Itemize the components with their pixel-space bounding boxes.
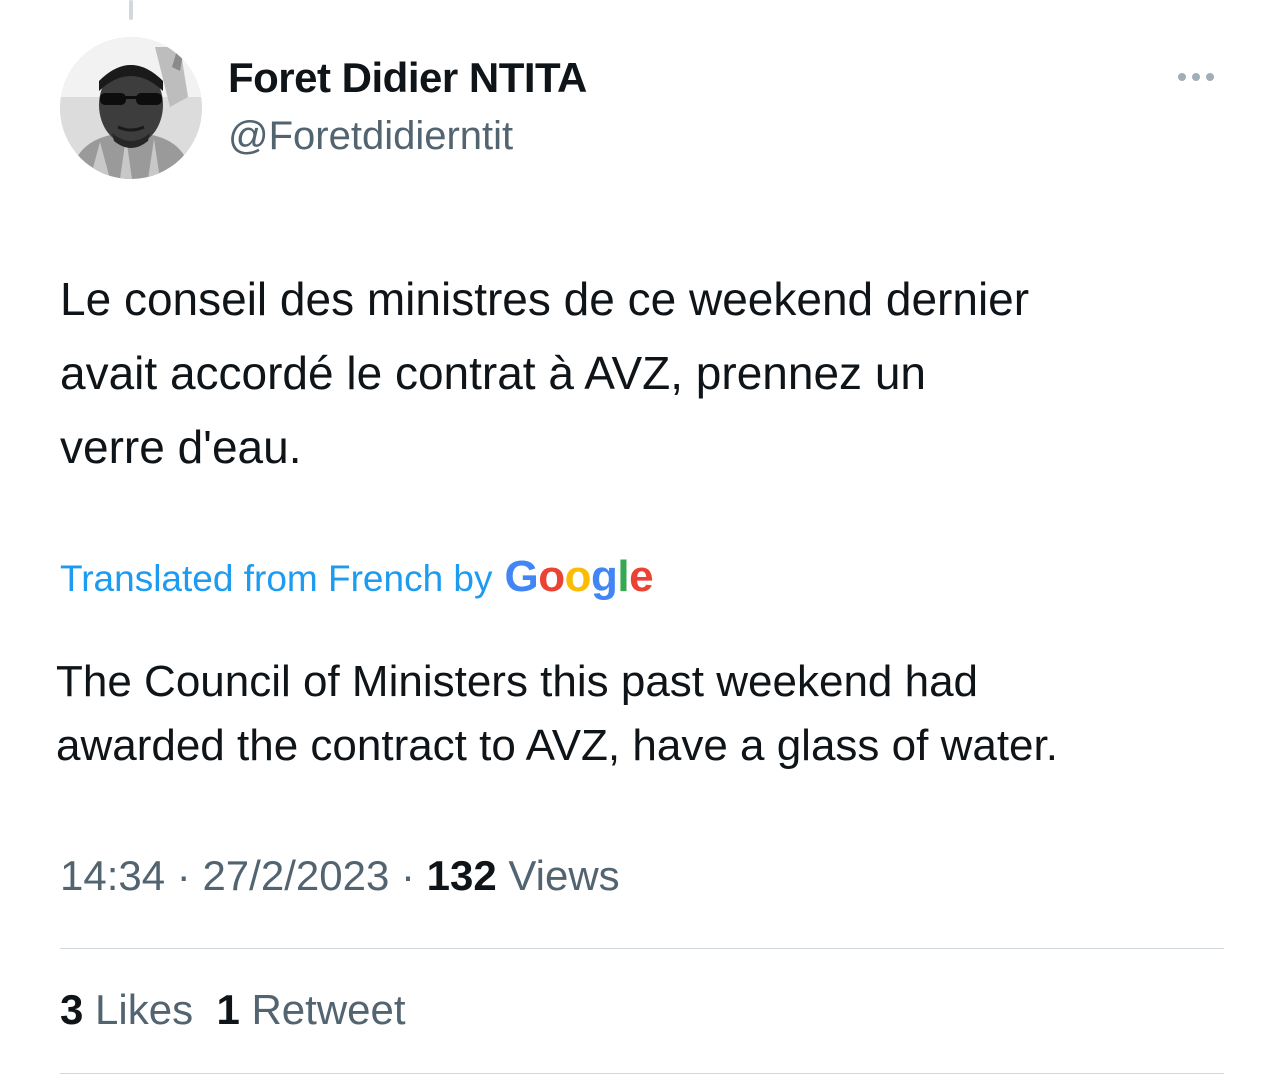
meta-separator: · (176, 852, 191, 899)
divider (60, 948, 1224, 949)
google-logo-letter: G (504, 552, 539, 601)
author-handle[interactable]: @Foretdidierntit (228, 114, 513, 159)
thread-connector-line (129, 0, 133, 20)
tweet-meta: 14:34 · 27/2/2023 · 132 Views (60, 852, 620, 900)
tweet-text-line: avait accordé le contrat à AVZ, prennez … (60, 347, 926, 399)
views-label[interactable]: Views (508, 852, 619, 899)
views-count[interactable]: 132 (427, 852, 497, 899)
retweets-count: 1 (216, 986, 240, 1033)
divider (60, 1073, 1224, 1074)
avatar[interactable] (60, 37, 202, 179)
ellipsis-icon (1178, 73, 1214, 81)
google-logo-letter: g (591, 552, 618, 601)
translated-text-line: The Council of Ministers this past weeke… (56, 657, 979, 706)
retweets-stat[interactable]: 1 Retweet (216, 986, 405, 1033)
retweets-label: Retweet (251, 986, 406, 1033)
translated-tweet-text: The Council of Ministers this past weeke… (56, 650, 1236, 778)
avatar-photo (60, 37, 202, 179)
tweet-text-line: verre d'eau. (60, 421, 302, 473)
author-display-name[interactable]: Foret Didier NTITA (228, 54, 587, 102)
google-logo-letter: o (564, 552, 592, 601)
google-logo: Google (505, 552, 654, 602)
tweet-date[interactable]: 27/2/2023 (202, 852, 389, 899)
google-logo-letter: o (538, 552, 565, 601)
more-options-button[interactable] (1168, 62, 1224, 92)
translated-from-label: Translated from French by (60, 558, 493, 599)
translated-from-link[interactable]: Translated from French by Google (60, 552, 654, 602)
likes-label: Likes (95, 986, 194, 1033)
tweet-time[interactable]: 14:34 (60, 852, 165, 899)
google-logo-letter: e (629, 552, 654, 601)
google-logo-letter: l (617, 552, 630, 601)
meta-separator: · (400, 852, 415, 899)
likes-count: 3 (60, 986, 84, 1033)
tweet-stats: 3 Likes 1 Retweet (60, 986, 406, 1034)
likes-stat[interactable]: 3 Likes (60, 986, 193, 1033)
translated-text-line: awarded the contract to AVZ, have a glas… (56, 721, 1058, 770)
tweet-text-line: Le conseil des ministres de ce weekend d… (60, 273, 1030, 325)
tweet-text: Le conseil des ministres de ce weekend d… (60, 262, 1230, 484)
